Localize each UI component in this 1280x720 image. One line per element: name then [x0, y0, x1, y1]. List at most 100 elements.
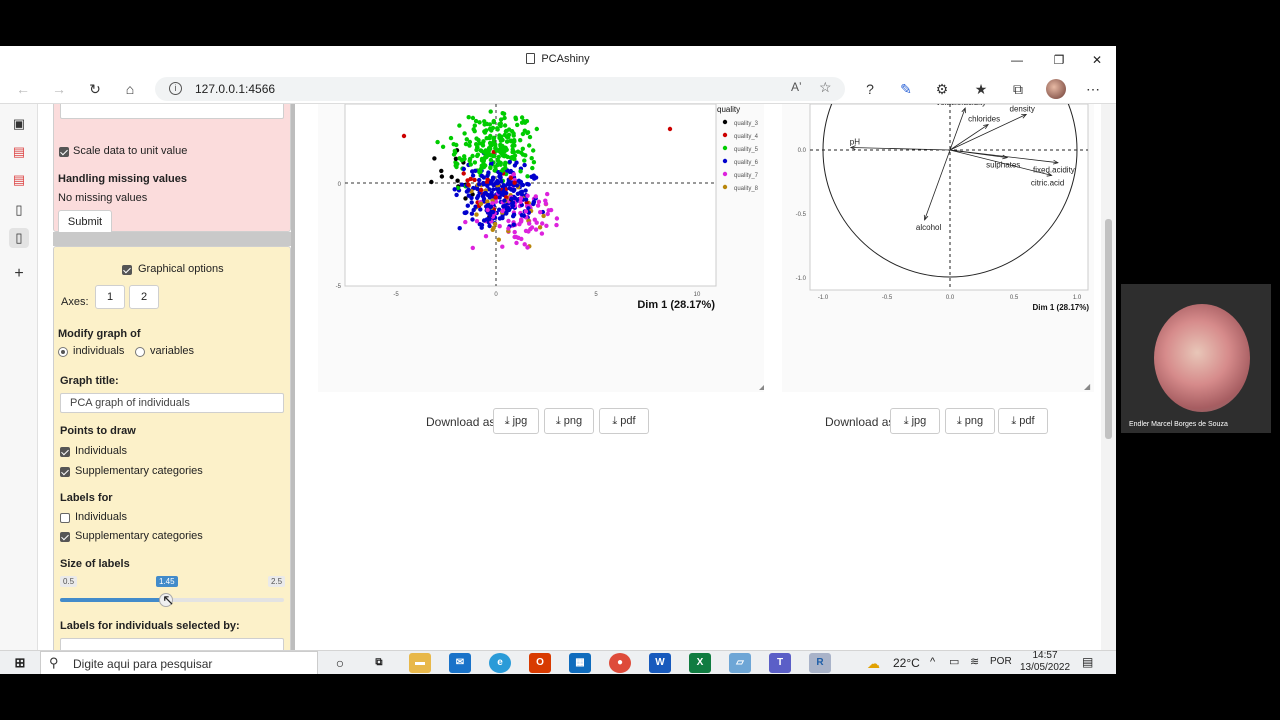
submit-button[interactable]: Submit — [58, 210, 112, 234]
graph-title-input[interactable]: PCA graph of individuals — [60, 393, 284, 413]
points-supp-label: Supplementary categories — [75, 465, 203, 477]
language[interactable]: POR — [990, 656, 1012, 667]
taskbar-search[interactable]: ⚲ Digite aqui para pesquisar — [40, 651, 318, 674]
individual-point — [455, 178, 460, 183]
battery-icon[interactable]: ▭ — [949, 655, 959, 668]
tab-pdf-icon[interactable]: ▤ — [9, 142, 29, 162]
more-menu-icon[interactable]: ⋯ — [1082, 79, 1104, 99]
page-scrollbar[interactable] — [1101, 104, 1116, 650]
download-png-button[interactable]: ⤓ png — [544, 408, 594, 434]
weather-icon[interactable]: ☁ — [867, 656, 880, 672]
office-icon[interactable]: O — [529, 653, 551, 673]
individual-point — [508, 168, 513, 174]
teams-icon[interactable]: T — [769, 653, 791, 673]
temperature[interactable]: 22°C — [893, 656, 920, 670]
individual-point — [506, 226, 511, 231]
new-tab-icon[interactable]: + — [9, 264, 29, 284]
tab-actions-icon[interactable]: ▣ — [9, 114, 29, 134]
download-pdf-button[interactable]: ⤓ pdf — [998, 408, 1048, 434]
graphical-options-checkbox[interactable] — [122, 265, 132, 275]
task-view-icon[interactable]: ⧉ — [368, 653, 390, 673]
x-tick-label: -0.5 — [882, 295, 893, 301]
close-button[interactable]: ✕ — [1082, 50, 1112, 70]
wifi-icon[interactable]: ≋ — [970, 655, 979, 668]
profile-avatar[interactable] — [1046, 79, 1066, 99]
individual-point — [470, 245, 475, 251]
download-png-button[interactable]: ⤓ png — [945, 408, 995, 434]
selection-input[interactable] — [60, 638, 284, 650]
minimize-button[interactable]: — — [1002, 50, 1032, 70]
legend-swatch — [722, 158, 728, 164]
download-jpg-button[interactable]: ⤓ jpg — [493, 408, 539, 434]
favorite-star-icon[interactable]: ☆ — [819, 79, 832, 96]
excel-icon[interactable]: X — [689, 653, 711, 673]
axis1-input[interactable]: 1 — [95, 285, 125, 309]
slider-max: 2.5 — [268, 576, 286, 587]
r-icon[interactable]: R — [809, 653, 831, 673]
edge-icon[interactable]: e — [489, 653, 511, 673]
presenter-video — [1154, 304, 1250, 412]
variables-plot-container: volatile.acidity density chlorides pH sulpha… — [782, 104, 1094, 392]
extensions-icon[interactable]: ⚙ — [931, 79, 953, 99]
download-label: Download as — [426, 415, 496, 429]
url-text[interactable]: 127.0.0.1:4566 — [195, 82, 275, 96]
download-pdf-button[interactable]: ⤓ pdf — [599, 408, 649, 434]
address-bar[interactable]: i 127.0.0.1:4566 Aʼ ☆ — [155, 77, 845, 101]
labels-individuals-checkbox[interactable] — [60, 513, 70, 523]
individual-point — [541, 213, 546, 219]
tab-pdf-icon[interactable]: ▤ — [9, 170, 29, 190]
file-explorer-icon[interactable]: ▬ — [409, 653, 431, 673]
info-icon[interactable]: i — [169, 82, 182, 95]
individual-point — [467, 158, 472, 163]
y-ticks: 0 -5 — [336, 182, 342, 290]
x-tick-label: 0.5 — [1010, 295, 1019, 301]
text-input[interactable] — [60, 104, 284, 119]
individual-point — [485, 173, 490, 178]
individual-point — [480, 141, 485, 146]
radio-variables[interactable] — [135, 347, 145, 357]
individual-point — [532, 217, 537, 222]
tab-page-icon[interactable]: ▯ — [9, 200, 29, 220]
individual-point — [440, 144, 446, 149]
notifications-icon[interactable]: ▤ — [1082, 655, 1093, 669]
windows-start-icon[interactable]: ⊞ — [9, 653, 31, 673]
download-jpg-button[interactable]: ⤓ jpg — [890, 408, 940, 434]
back-icon[interactable]: ← — [12, 79, 34, 99]
legend-item: quality_5 — [734, 147, 759, 153]
individual-point — [448, 135, 454, 141]
favorites-icon[interactable]: ★ — [970, 79, 992, 99]
radio-individuals[interactable] — [58, 347, 68, 357]
read-aloud-icon[interactable]: Aʼ — [791, 80, 802, 94]
collections-icon[interactable]: ⧉ — [1007, 79, 1029, 99]
taskbar: ⊞ ⚲ Digite aqui para pesquisar ○ ⧉ ▬ ✉ e… — [0, 650, 1116, 674]
clock-time[interactable]: 14:57 — [1030, 650, 1060, 661]
mail-icon[interactable]: ✉ — [449, 653, 471, 673]
scale-checkbox[interactable] — [59, 147, 69, 157]
home-icon[interactable]: ⌂ — [119, 79, 141, 99]
x-tick-label: 1.0 — [1073, 295, 1082, 301]
help-icon[interactable]: ? — [859, 79, 881, 99]
cortana-icon[interactable]: ○ — [329, 653, 351, 673]
sidebar-scrollbar[interactable] — [291, 104, 295, 650]
tab-page-active-icon[interactable]: ▯ — [9, 228, 29, 248]
individual-point — [453, 156, 459, 161]
individual-point — [508, 175, 514, 181]
variable-label: alcohol — [916, 223, 942, 232]
scrollbar-thumb[interactable] — [1105, 219, 1112, 439]
refresh-icon[interactable]: ↻ — [84, 79, 106, 99]
browser-window: PCAshiny — ❐ ✕ ← → ↻ ⌂ i 127.0.0.1:4566 … — [0, 46, 1116, 674]
clock-date[interactable]: 13/05/2022 — [1020, 662, 1070, 673]
pen-icon[interactable]: ✎ — [895, 79, 917, 99]
chrome-icon[interactable]: ● — [609, 653, 631, 673]
points-individuals-checkbox[interactable] — [60, 447, 70, 457]
points-supp-checkbox[interactable] — [60, 467, 70, 477]
maximize-button[interactable]: ❐ — [1044, 50, 1074, 70]
forward-icon[interactable]: → — [48, 79, 70, 99]
word-icon[interactable]: W — [649, 653, 671, 673]
app-icon[interactable]: ▱ — [729, 653, 751, 673]
labels-supp-checkbox[interactable] — [60, 532, 70, 542]
store-icon[interactable]: ▦ — [569, 653, 591, 673]
scale-label: Scale data to unit value — [73, 145, 188, 157]
axis2-input[interactable]: 2 — [129, 285, 159, 309]
chevron-up-icon[interactable]: ^ — [930, 656, 935, 668]
